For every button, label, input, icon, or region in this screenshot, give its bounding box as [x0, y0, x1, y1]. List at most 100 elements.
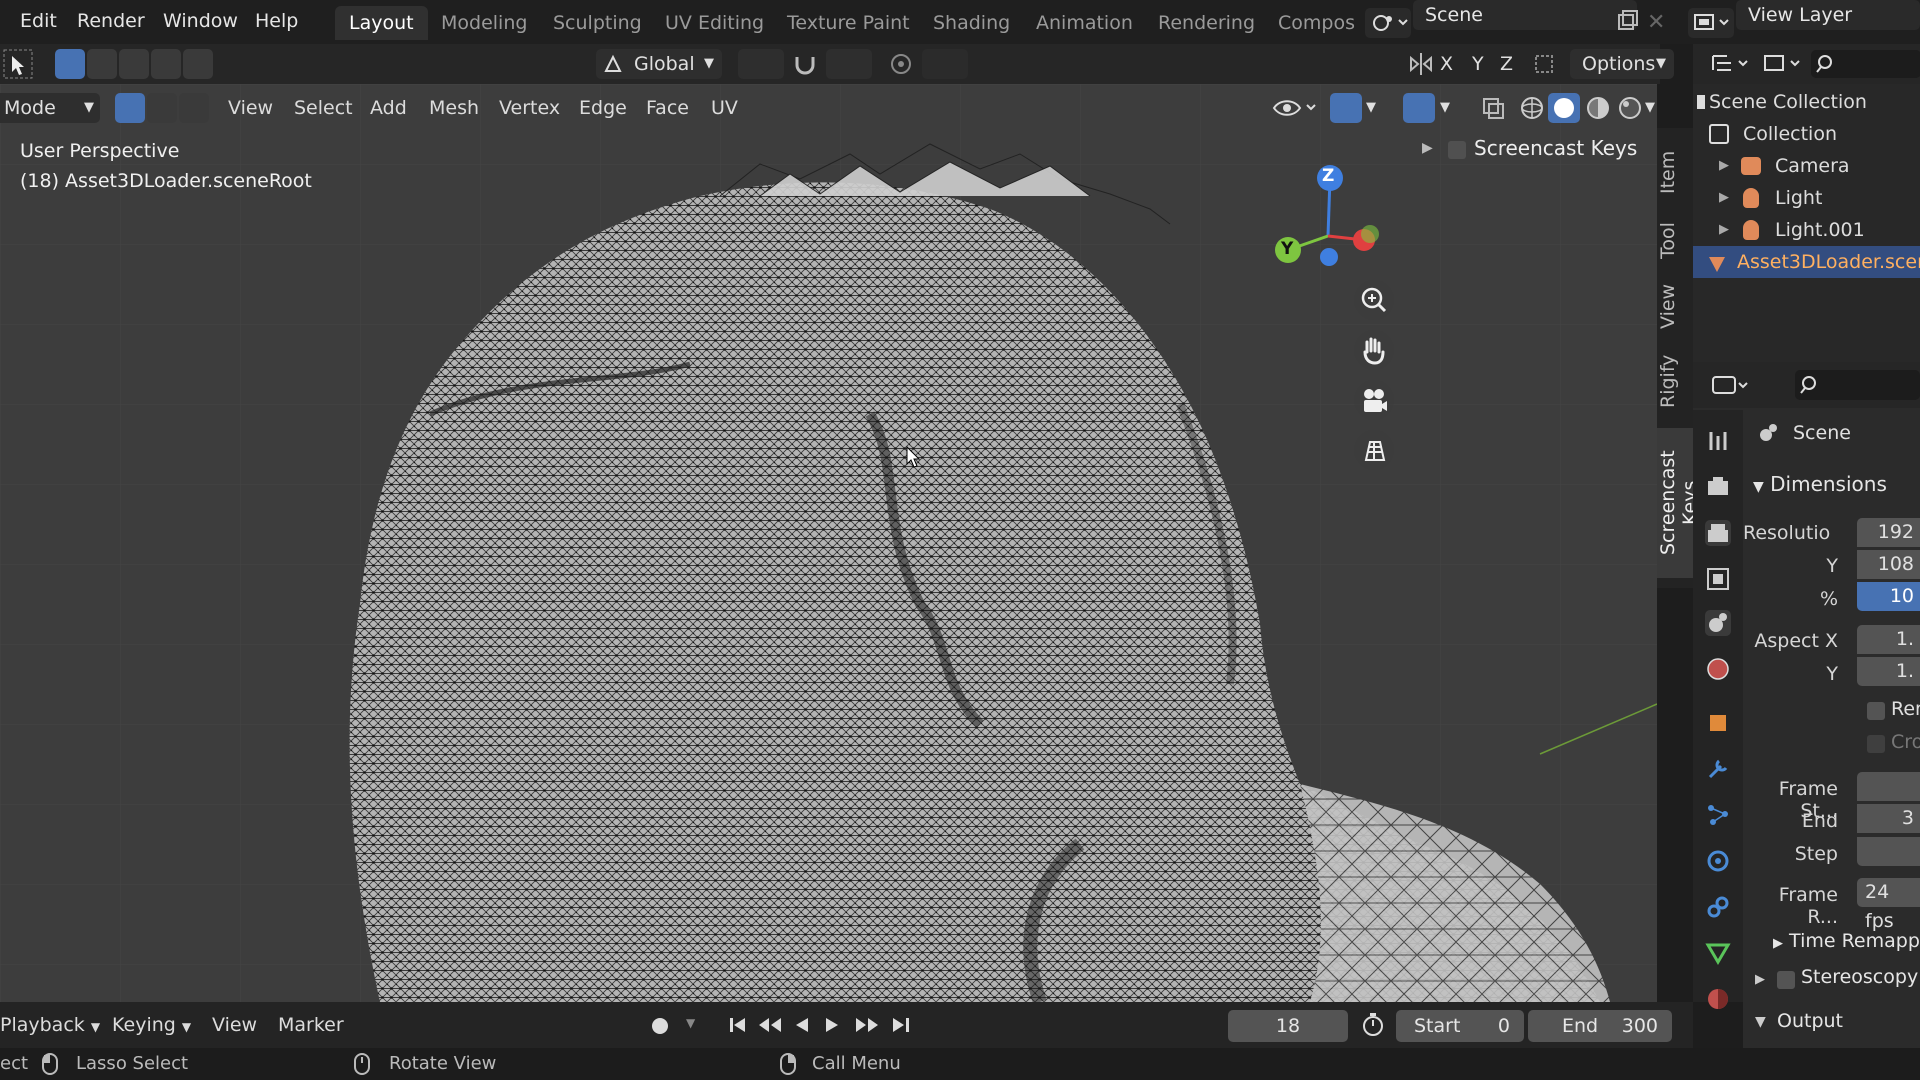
face-select-icon[interactable] [179, 93, 209, 123]
sidebar-tab-rigify[interactable]: Rigify [1657, 346, 1693, 416]
prev-keyframe-icon[interactable] [755, 1010, 785, 1040]
vertex-select-icon[interactable] [115, 93, 145, 123]
sidebar-tab-tool[interactable]: Tool [1657, 216, 1693, 266]
view-layer-field[interactable]: View Layer [1736, 0, 1920, 30]
tab-uv-editing[interactable]: UV Editing [651, 6, 778, 40]
frame-end-field[interactable]: 3 [1857, 804, 1920, 833]
outliner-item-asset3dloader[interactable]: Asset3DLoader.scen [1693, 246, 1920, 278]
expand-arrow-icon[interactable]: ▶ [1719, 150, 1729, 182]
chevron-down-icon[interactable]: ▼ [1645, 93, 1659, 123]
select-subtract-icon[interactable] [119, 49, 149, 79]
options-dropdown[interactable]: Options ▼ [1570, 49, 1674, 79]
zoom-icon[interactable] [1354, 280, 1394, 320]
visibility-eye-icon[interactable] [1270, 93, 1320, 123]
menu-select[interactable]: Select [294, 93, 353, 123]
tab-modeling[interactable]: Modeling [427, 6, 541, 40]
tab-layout[interactable]: Layout [335, 6, 428, 40]
mirror-x-toggle[interactable]: X [1440, 50, 1453, 78]
proportional-edit-icon[interactable] [888, 49, 914, 79]
chevron-down-icon[interactable]: ▼ [1366, 93, 1386, 123]
section-output[interactable]: Output [1777, 1010, 1843, 1032]
falloff-icon[interactable] [922, 49, 968, 79]
sidebar-tab-screencast-keys[interactable]: Screencast Keys [1657, 428, 1701, 578]
render-properties-icon[interactable] [1705, 474, 1731, 500]
menu-marker[interactable]: Marker [278, 1010, 344, 1040]
play-icon[interactable] [820, 1010, 844, 1040]
snap-magnet-icon[interactable] [792, 49, 818, 79]
select-intersect-icon[interactable] [183, 49, 213, 79]
scene-properties-icon[interactable] [1705, 610, 1731, 636]
properties-search-input[interactable] [1795, 370, 1920, 400]
pivot-point-icon[interactable] [738, 49, 784, 79]
grid-ortho-icon[interactable] [1354, 430, 1394, 470]
frame-start-field[interactable] [1857, 772, 1920, 801]
sidebar-tab-view[interactable]: View [1657, 278, 1693, 334]
crop-checkbox[interactable] [1867, 735, 1885, 753]
menu-window[interactable]: Window [163, 6, 238, 36]
view-layer-icon[interactable] [1688, 8, 1734, 38]
data-properties-icon[interactable] [1705, 940, 1731, 966]
collapse-arrow-icon[interactable]: ▼ [1755, 1014, 1766, 1030]
scene-name-field[interactable]: Scene [1413, 0, 1637, 30]
gizmo-toggle-icon[interactable] [1330, 93, 1362, 123]
particle-properties-icon[interactable] [1705, 802, 1731, 828]
section-dimensions[interactable]: ▼ Dimensions [1753, 472, 1887, 496]
material-shading-icon[interactable] [1583, 93, 1613, 123]
menu-keying[interactable]: Keying ▼ [112, 1010, 191, 1040]
outliner-item-light-001[interactable]: ▶ Light.001 [1693, 214, 1920, 246]
solid-shading-icon[interactable] [1548, 93, 1580, 123]
menu-uv[interactable]: UV [711, 93, 738, 123]
screencast-keys-checkbox[interactable] [1448, 141, 1466, 159]
material-properties-icon[interactable] [1705, 986, 1731, 1012]
tab-texture-paint[interactable]: Texture Paint [773, 6, 924, 40]
stereoscopy-checkbox[interactable] [1777, 971, 1795, 989]
3d-viewport[interactable]: User Perspective (18) Asset3DLoader.scen… [0, 84, 1657, 1002]
menu-mesh[interactable]: Mesh [429, 93, 479, 123]
outliner-item-collection[interactable]: Collection [1693, 118, 1920, 150]
aspect-y-field[interactable]: 1. [1857, 657, 1920, 686]
panel-expand-icon[interactable]: ▶ [1422, 140, 1433, 156]
mirror-y-toggle[interactable]: Y [1472, 50, 1484, 78]
physics-properties-icon[interactable] [1705, 848, 1731, 874]
menu-view[interactable]: View [228, 93, 273, 123]
object-properties-icon[interactable] [1705, 710, 1731, 736]
view-layer-properties-icon[interactable] [1705, 566, 1731, 592]
section-time-remapping[interactable]: ▶ Time Remapp [1773, 930, 1920, 952]
select-tool-icon[interactable] [2, 48, 34, 80]
resolution-y-field[interactable]: 108 [1857, 550, 1920, 579]
tool-settings-icon[interactable] [1705, 428, 1731, 454]
chevron-down-icon[interactable]: ▼ [1440, 93, 1460, 123]
outliner-search-input[interactable] [1811, 50, 1920, 78]
chevron-down-icon[interactable]: ▼ [686, 1016, 695, 1030]
menu-render[interactable]: Render [77, 6, 145, 36]
outliner-item-light[interactable]: ▶ Light [1693, 182, 1920, 214]
menu-timeline-view[interactable]: View [212, 1010, 257, 1040]
overlays-toggle-icon[interactable] [1403, 93, 1435, 123]
record-icon[interactable] [652, 1018, 668, 1034]
edge-select-icon[interactable] [147, 93, 177, 123]
select-invert-icon[interactable] [151, 49, 181, 79]
menu-edge[interactable]: Edge [579, 93, 627, 123]
outliner-item-camera[interactable]: ▶ Camera [1693, 150, 1920, 182]
expand-arrow-icon[interactable]: ▶ [1755, 972, 1765, 987]
expand-arrow-icon[interactable]: ▶ [1719, 182, 1729, 214]
tab-compositing[interactable]: Compos [1264, 6, 1369, 40]
filter-icon[interactable] [1761, 50, 1805, 78]
snap-target-icon[interactable] [826, 49, 872, 79]
tab-sculpting[interactable]: Sculpting [539, 6, 656, 40]
resolution-x-field[interactable]: 192 [1857, 518, 1920, 547]
transform-orientation-dropdown[interactable]: Global ▼ [596, 49, 722, 79]
rendered-shading-icon[interactable] [1615, 93, 1645, 123]
menu-vertex[interactable]: Vertex [499, 93, 560, 123]
play-reverse-icon[interactable] [790, 1010, 814, 1040]
aspect-x-field[interactable]: 1. [1857, 625, 1920, 654]
outliner-scene-collection[interactable]: Scene Collection [1693, 86, 1920, 118]
modifier-properties-icon[interactable] [1705, 756, 1731, 782]
sidebar-tab-item[interactable]: Item [1657, 142, 1693, 202]
start-frame-field[interactable]: Start 0 [1396, 1010, 1524, 1042]
jump-start-icon[interactable] [725, 1010, 751, 1040]
select-extend-icon[interactable] [87, 49, 117, 79]
select-new-icon[interactable] [55, 49, 85, 79]
jump-end-icon[interactable] [888, 1010, 914, 1040]
end-frame-field[interactable]: End 300 [1528, 1010, 1672, 1042]
